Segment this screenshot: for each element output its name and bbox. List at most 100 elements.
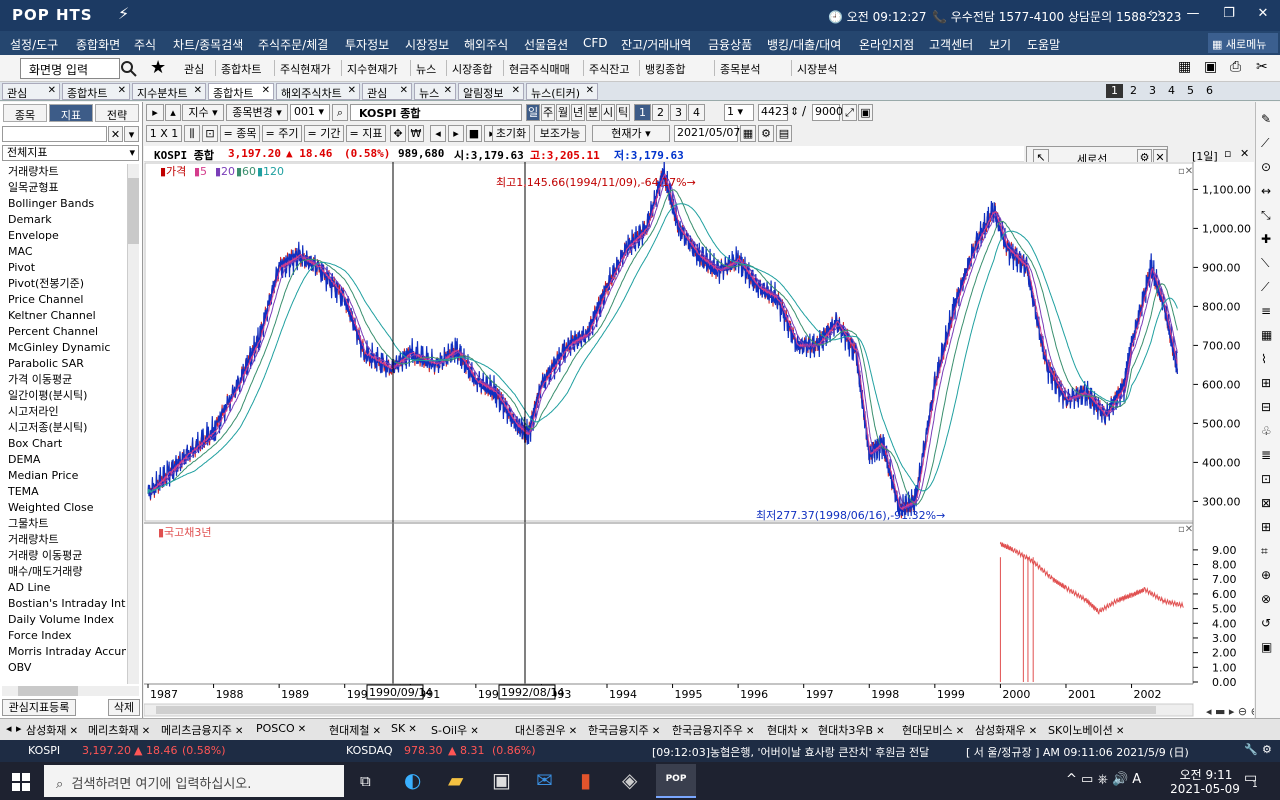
calculator-icon[interactable]: ▦ <box>1178 59 1191 75</box>
toolbar-item[interactable]: 현금주식매매 <box>509 61 570 77</box>
indicator-item[interactable]: Box Chart <box>0 436 126 452</box>
watchlist-item[interactable]: 현대차3우B ✕ <box>818 722 885 738</box>
watchlist-item[interactable]: 대신증권우 ✕ <box>515 722 577 738</box>
menu-item[interactable]: CFD <box>583 36 608 50</box>
close-icon[interactable]: ✕ <box>797 726 809 737</box>
close-icon[interactable]: ✕ <box>512 85 520 96</box>
date-input[interactable]: 2021/05/07 <box>674 125 740 142</box>
wrench-icon[interactable]: 🔧 <box>1244 743 1258 756</box>
close-icon[interactable]: ✕ <box>1113 726 1124 737</box>
star-icon[interactable]: ★ <box>150 57 166 78</box>
tab[interactable]: 해외주식차트 ✕ <box>276 83 360 100</box>
play-icon[interactable]: ▸ <box>146 104 164 121</box>
indicator-tab[interactable]: 전략 <box>95 104 139 122</box>
drawing-tool-icon[interactable]: ≡ <box>1261 304 1271 318</box>
code-input[interactable]: 001 ▾ <box>290 104 330 121</box>
page-number[interactable]: 4 <box>1163 84 1180 98</box>
close-icon[interactable]: ✕ <box>1026 726 1037 737</box>
period-button[interactable]: 월 <box>556 104 570 121</box>
close-icon[interactable]: ✕ <box>139 726 150 737</box>
watchlist-item[interactable]: 메리츠금융지주 ✕ <box>161 722 243 738</box>
drawing-tool-icon[interactable]: ↔ <box>1261 184 1271 198</box>
indicator-item[interactable]: DEMA <box>0 452 126 468</box>
indicator-hscrollbar[interactable] <box>2 686 139 696</box>
total-input[interactable]: 9000 <box>812 104 843 121</box>
indicator-item[interactable]: Envelope <box>0 228 126 244</box>
menu-item[interactable]: 고객센터 <box>929 36 973 53</box>
edge-icon[interactable]: ◐ <box>404 768 421 792</box>
close-icon[interactable]: ✕ <box>194 85 202 96</box>
drawing-tool-icon[interactable]: ▣ <box>1261 640 1272 654</box>
close-icon[interactable]: ✕ <box>295 724 306 735</box>
save-icon[interactable]: ▣ <box>858 104 873 121</box>
indicator-item[interactable]: 그물차트 <box>0 516 126 532</box>
toggle-button[interactable]: = 주기 <box>262 125 302 142</box>
close-icon[interactable]: ✕ <box>262 85 270 96</box>
news-ticker[interactable]: [09:12:03]농협은행, '어버이날 효사랑 큰잔치' 후원금 전달 <box>652 744 952 760</box>
minimize-button[interactable]: — <box>1178 6 1208 21</box>
toolbar-item[interactable]: 뱅킹종합 <box>645 61 685 77</box>
indicator-item[interactable]: 거래량차트 <box>0 164 126 180</box>
drawing-tool-icon[interactable]: ▦ <box>1261 328 1272 342</box>
office-icon[interactable]: ▮ <box>580 768 591 792</box>
expand-icon[interactable]: ⤢ <box>842 104 857 121</box>
toolbar-item[interactable]: 주식잔고 <box>589 61 629 77</box>
mail-icon[interactable]: ✉ <box>536 768 553 792</box>
indicator-item[interactable]: AD Line <box>0 580 126 596</box>
aux-button[interactable]: 보조가능 <box>534 125 586 142</box>
toolbar-item[interactable]: 관심 <box>184 61 204 77</box>
tools-icon[interactable]: ✂ <box>1256 59 1268 75</box>
indicator-item[interactable]: Daily Volume Index <box>0 612 126 628</box>
indicator-item[interactable]: Morris Intraday Accumu <box>0 644 126 660</box>
count-stepper[interactable]: ⇕ <box>790 105 799 118</box>
drawing-tool-icon[interactable]: ⟍ <box>1261 256 1269 271</box>
indicator-item[interactable]: 시고저라인 <box>0 404 126 420</box>
menu-item[interactable]: 온라인지점 <box>859 36 914 53</box>
folder-icon[interactable]: ▰ <box>448 768 463 792</box>
drawing-tool-icon[interactable]: ⟋ <box>1261 280 1269 295</box>
indicator-item[interactable]: 거래량 이동평균 <box>0 548 126 564</box>
tab[interactable]: 종합차트 ✕ <box>208 83 274 100</box>
watchlist-item[interactable]: 한국금융지주우 ✕ <box>672 722 754 738</box>
indicator-item[interactable]: OBV <box>0 660 126 676</box>
gear-icon[interactable]: ⚙ <box>758 125 774 142</box>
windows-start-icon[interactable] <box>12 773 30 791</box>
close-icon[interactable]: ✕ <box>232 726 243 737</box>
toggle-button[interactable]: = 기간 <box>304 125 344 142</box>
close-icon[interactable]: ✕ <box>369 726 381 737</box>
toolbar-item[interactable]: 뉴스 <box>416 61 436 77</box>
print-icon[interactable]: ⎙ <box>1230 59 1241 75</box>
drawing-tool-icon[interactable]: ⊕ <box>1261 568 1271 582</box>
up-icon[interactable]: ▴ <box>165 104 181 121</box>
indicator-item[interactable]: 시고저종(분시틱) <box>0 420 126 436</box>
task-view-icon[interactable]: ⧉ <box>360 772 371 790</box>
menu-item[interactable]: 해외주식 <box>464 36 508 53</box>
close-icon[interactable]: ✕ <box>467 726 478 737</box>
mode-select[interactable]: 지수 ▾ <box>182 104 224 121</box>
clear-icon[interactable]: ✕ <box>108 126 123 142</box>
search-icon[interactable] <box>120 60 138 78</box>
interval-button[interactable]: 4 <box>688 104 705 121</box>
watchlist-item[interactable]: 삼성화재 ✕ <box>26 722 78 738</box>
indicator-item[interactable]: TEMA <box>0 484 126 500</box>
taskbar-search-input[interactable]: ⌕ 검색하려면 여기에 입력하십시오. <box>44 765 344 797</box>
unit-input[interactable]: 1 ▾ <box>724 104 754 121</box>
indicator-item[interactable]: Keltner Channel <box>0 308 126 324</box>
chart-hscrollbar-thumb[interactable] <box>156 706 1156 714</box>
interval-button[interactable]: 3 <box>670 104 687 121</box>
menu-item[interactable]: 투자정보 <box>345 36 389 53</box>
drawing-tool-icon[interactable]: ⊠ <box>1261 496 1271 510</box>
indicator-category-select[interactable]: 전체지표 ▾ <box>2 145 139 161</box>
search-icon[interactable]: ⌕ <box>332 104 348 121</box>
close-icon[interactable]: ✕ <box>118 85 126 96</box>
prev-icon[interactable]: ◂ <box>430 125 446 142</box>
close-icon[interactable]: ✕ <box>48 85 56 96</box>
close-icon[interactable]: ✕ <box>649 726 660 737</box>
menu-item[interactable]: 도움말 <box>1027 36 1060 53</box>
menu-item[interactable]: 설정/도구 <box>10 36 58 53</box>
close-icon[interactable]: ✕ <box>873 726 884 737</box>
price-pane[interactable] <box>144 162 1194 522</box>
drawing-tool-icon[interactable]: ⌗ <box>1261 544 1268 559</box>
won-icon[interactable]: ₩ <box>408 125 424 142</box>
count-input[interactable]: 4423 <box>758 104 789 121</box>
